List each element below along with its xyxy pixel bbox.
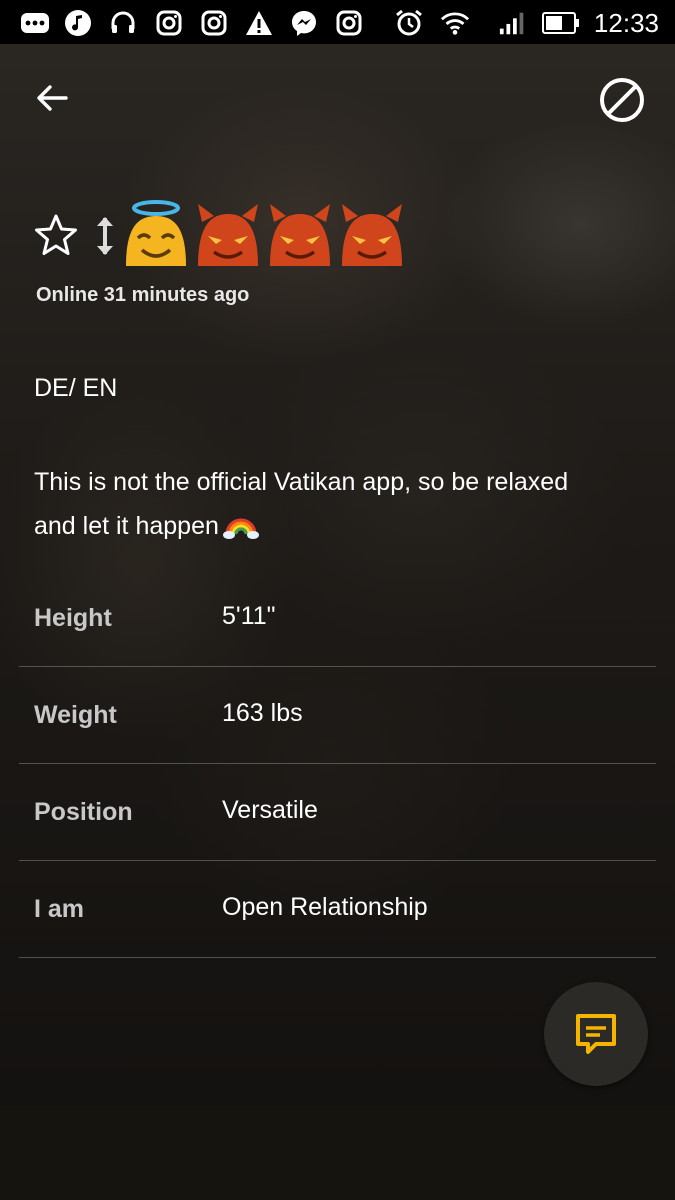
warning-icon xyxy=(244,8,274,38)
clock: 12:33 xyxy=(593,8,659,38)
stat-value: 163 lbs xyxy=(222,699,303,727)
block-icon xyxy=(600,78,644,122)
rainbow-emoji xyxy=(222,518,259,540)
stat-row-weight: Weight 163 lbs xyxy=(19,667,656,764)
stat-label: Height xyxy=(34,604,112,632)
stat-label: Weight xyxy=(34,701,117,729)
languages-text: DE/ EN xyxy=(34,374,118,402)
stat-label: I am xyxy=(34,895,85,923)
instagram-icon xyxy=(154,8,184,38)
battery-icon xyxy=(541,8,581,38)
stat-value: Versatile xyxy=(222,796,318,824)
arrow-left-icon xyxy=(37,85,68,111)
signal-icon xyxy=(498,8,528,38)
stat-row-position: Position Versatile xyxy=(19,764,656,861)
chat-icon xyxy=(576,1014,616,1054)
up-down-arrow-icon xyxy=(97,217,113,255)
headphones-icon xyxy=(108,8,138,38)
star-icon[interactable] xyxy=(32,212,80,260)
angel-emoji xyxy=(126,200,186,266)
about-line-1: This is not the official Vatikan app, so… xyxy=(34,468,569,496)
instagram-icon xyxy=(334,8,364,38)
online-status: Online 31 minutes ago xyxy=(36,284,250,306)
devil-emoji xyxy=(342,204,402,266)
devil-emoji xyxy=(270,204,330,266)
profile-badges xyxy=(32,200,408,272)
messenger-icon xyxy=(289,8,319,38)
block-user-button[interactable] xyxy=(598,76,646,124)
about-text: This is not the official Vatikan app, so… xyxy=(34,460,644,548)
stat-value: Open Relationship xyxy=(222,893,428,921)
wifi-icon xyxy=(440,8,470,38)
stat-label: Position xyxy=(34,798,133,826)
back-button[interactable] xyxy=(30,78,74,118)
stat-value: 5'11" xyxy=(222,602,276,630)
about-line-2: and let it happen xyxy=(34,512,219,540)
more-icon xyxy=(20,8,50,38)
devil-emoji xyxy=(198,204,258,266)
profile-stats: Height 5'11" Weight 163 lbs Position Ver… xyxy=(19,570,656,958)
stat-row-height: Height 5'11" xyxy=(19,570,656,667)
stat-row-relationship: I am Open Relationship xyxy=(19,861,656,958)
music-icon xyxy=(63,8,93,38)
chat-button[interactable] xyxy=(544,982,648,1086)
status-bar: 12:33 xyxy=(0,0,675,44)
instagram-icon xyxy=(199,8,229,38)
alarm-icon xyxy=(394,8,424,38)
bottom-area xyxy=(0,1106,675,1200)
